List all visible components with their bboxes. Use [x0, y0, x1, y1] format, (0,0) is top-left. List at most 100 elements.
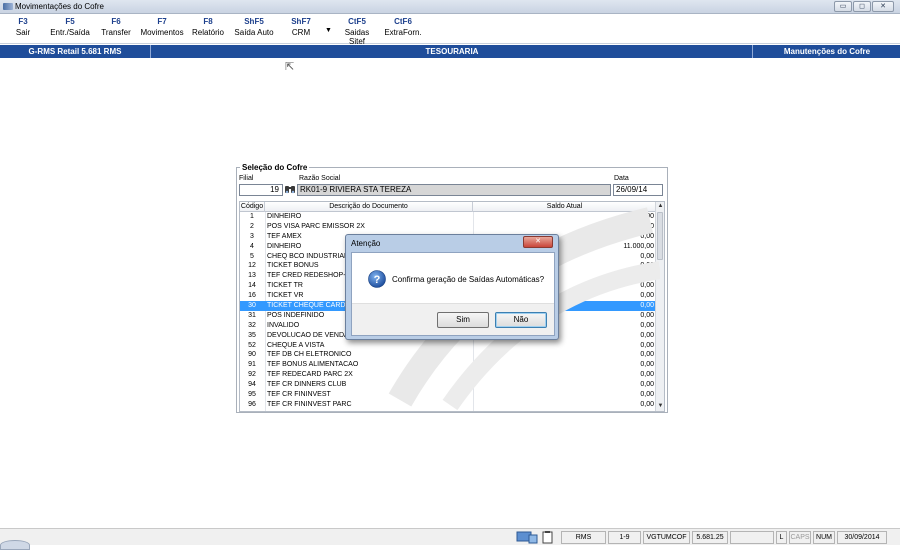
cell-saldo: 11.000,00	[623, 242, 654, 250]
toolbar: F3 Sair F5 Entr./Saída F6 Transfer F7 Mo…	[0, 14, 900, 46]
cell-saldo: 0,00	[640, 400, 654, 408]
table-row[interactable]: 95 TEF CR FININVEST 0,00	[240, 390, 656, 400]
cell-descricao: TEF CR FININVEST PARC	[267, 400, 352, 408]
toolbar-button-sair[interactable]: F3 Sair	[10, 17, 36, 37]
toolbar-button-extraforn[interactable]: CtF6 ExtraForn.	[384, 17, 422, 37]
close-button[interactable]: ✕	[872, 1, 894, 12]
toolbar-label: Saída Auto	[234, 28, 274, 37]
column-header-codigo[interactable]: Código	[240, 202, 265, 212]
cell-descricao: TEF REDECARD PARC 2X	[267, 371, 353, 379]
toolbar-label: Relatório	[191, 28, 224, 37]
cell-codigo: 1	[250, 213, 254, 220]
toolbar-button-relatorio[interactable]: F8 Relatório	[190, 17, 226, 37]
cell-codigo: 5	[250, 252, 254, 260]
table-row[interactable]: 2 POS VISA PARC EMISSOR 2X 0,00	[240, 222, 656, 232]
maximize-button[interactable]: ◻	[853, 1, 871, 12]
crm-dropdown-arrow-icon[interactable]: ▼	[325, 27, 332, 34]
shortcut-key: F7	[157, 17, 167, 26]
no-button[interactable]: Não	[495, 312, 547, 328]
table-row[interactable]: 92 TEF REDECARD PARC 2X 0,00	[240, 370, 656, 380]
table-row[interactable]: 94 TEF CR DINNERS CLUB 0,00	[240, 380, 656, 390]
dialog-message: Confirma geração de Saídas Automáticas?	[392, 275, 545, 284]
toolbar-label: Entr./Saída	[50, 28, 90, 37]
module-title: TESOURARIA	[152, 45, 753, 58]
status-version: 5.681.25	[692, 531, 728, 544]
table-row[interactable]: 1 DINHEIRO 0,00	[240, 212, 656, 222]
clipboard-icon	[542, 531, 553, 544]
dialog-close-button[interactable]: ✕	[523, 236, 553, 248]
cell-saldo: 0,00	[640, 321, 654, 329]
toolbar-button-saidas-sitef[interactable]: CtF5 Saidas Sitef	[337, 17, 377, 46]
cell-descricao: TEF DB CH ELETRONICO	[267, 351, 352, 359]
shortcut-key: ShF7	[291, 17, 311, 26]
status-program: VGTUMCOF	[643, 531, 690, 544]
cell-codigo: 95	[248, 391, 256, 399]
column-header-descricao[interactable]: Descrição do Documento	[265, 202, 473, 212]
toolbar-button-movimentos[interactable]: F7 Movimentos	[138, 17, 186, 37]
table-row[interactable]: 91 TEF BONUS ALIMENTACAO 0,00	[240, 360, 656, 370]
start-button-icon[interactable]	[0, 540, 30, 550]
cell-codigo: 4	[250, 242, 254, 250]
cell-saldo: 0,00	[640, 381, 654, 389]
status-empty	[730, 531, 774, 544]
cell-saldo: 0,00	[640, 361, 654, 369]
cell-saldo: 0,00	[640, 282, 654, 290]
question-icon: ?	[368, 270, 386, 288]
mouse-cursor-icon: ⇱	[285, 61, 295, 73]
scroll-thumb[interactable]	[657, 212, 663, 260]
toolbar-button-entr-saida[interactable]: F5 Entr./Saída	[46, 17, 94, 37]
title-bar: Movimentações do Cofre ▭ ◻ ✕	[0, 0, 900, 14]
app-icon	[3, 3, 13, 10]
window-title: Movimentações do Cofre	[15, 2, 104, 11]
cell-saldo: 0,00	[640, 262, 654, 270]
binoculars-icon[interactable]	[284, 184, 296, 195]
cell-saldo: 0,00	[640, 302, 654, 310]
razao-label: Razão Social	[299, 175, 341, 182]
shortcut-key: F5	[65, 17, 75, 26]
shortcut-key: F8	[203, 17, 213, 26]
cell-saldo: 0,00	[640, 391, 654, 399]
column-header-saldo[interactable]: Saldo Atual	[473, 202, 656, 212]
minimize-button[interactable]: ▭	[834, 1, 852, 12]
dialog-title: Atenção	[351, 239, 381, 248]
cell-saldo: 0,00	[640, 351, 654, 359]
shortcut-key: F6	[111, 17, 121, 26]
toolbar-button-crm[interactable]: ShF7 CRM	[287, 17, 315, 37]
filial-label: Filial	[239, 175, 254, 182]
cell-descricao: TEF BONUS ALIMENTACAO	[267, 361, 359, 369]
filial-input[interactable]: 19	[239, 184, 283, 196]
toolbar-label: Saidas Sitef	[344, 28, 370, 46]
cell-saldo: 0,00	[640, 292, 654, 300]
data-input[interactable]: 26/09/14	[613, 184, 663, 196]
shortcut-key: CtF5	[348, 17, 366, 26]
toolbar-button-transfer[interactable]: F6 Transfer	[99, 17, 133, 37]
cell-codigo: 94	[248, 381, 256, 389]
shortcut-key: F3	[18, 17, 28, 26]
grid-scrollbar[interactable]: ▲ ▼	[655, 202, 664, 411]
table-row[interactable]: 96 TEF CR FININVEST PARC 0,00	[240, 400, 656, 410]
status-caps: CAPS	[789, 531, 811, 544]
status-system: RMS	[561, 531, 606, 544]
toolbar-label: Movimentos	[140, 28, 184, 37]
cell-codigo: 35	[248, 331, 256, 339]
scroll-down-icon[interactable]: ▼	[656, 402, 664, 411]
cell-descricao: POS VISA PARC EMISSOR 2X	[267, 222, 365, 230]
cell-codigo: 52	[248, 341, 256, 349]
screen-title: Manutenções do Cofre	[783, 47, 871, 56]
computer-icon	[516, 531, 538, 544]
yes-button[interactable]: Sim	[437, 312, 489, 328]
dialog-footer: Sim Não	[352, 303, 554, 335]
status-bar: RMS 1-9 VGTUMCOF 5.681.25 L CAPS NUM 30/…	[0, 528, 900, 545]
cell-saldo: 0,00	[640, 331, 654, 339]
table-row[interactable]: 90 TEF DB CH ELETRONICO 0,00	[240, 350, 656, 360]
header-strip: G-RMS Retail 5.681 RMS TESOURARIA Manute…	[0, 45, 900, 58]
svg-text:?: ?	[374, 274, 381, 286]
toolbar-label: ExtraForn.	[384, 28, 422, 37]
cell-saldo: 0,00	[640, 311, 654, 319]
table-row[interactable]: 52 CHEQUE A VISTA 0,00	[240, 341, 656, 351]
grid-header: Código Descrição do Documento Saldo Atua…	[240, 202, 656, 212]
cell-codigo: 14	[248, 282, 256, 290]
scroll-up-icon[interactable]: ▲	[656, 202, 664, 211]
cell-saldo: 0,00	[640, 272, 654, 280]
toolbar-button-saida-auto[interactable]: ShF5 Saída Auto	[233, 17, 275, 37]
